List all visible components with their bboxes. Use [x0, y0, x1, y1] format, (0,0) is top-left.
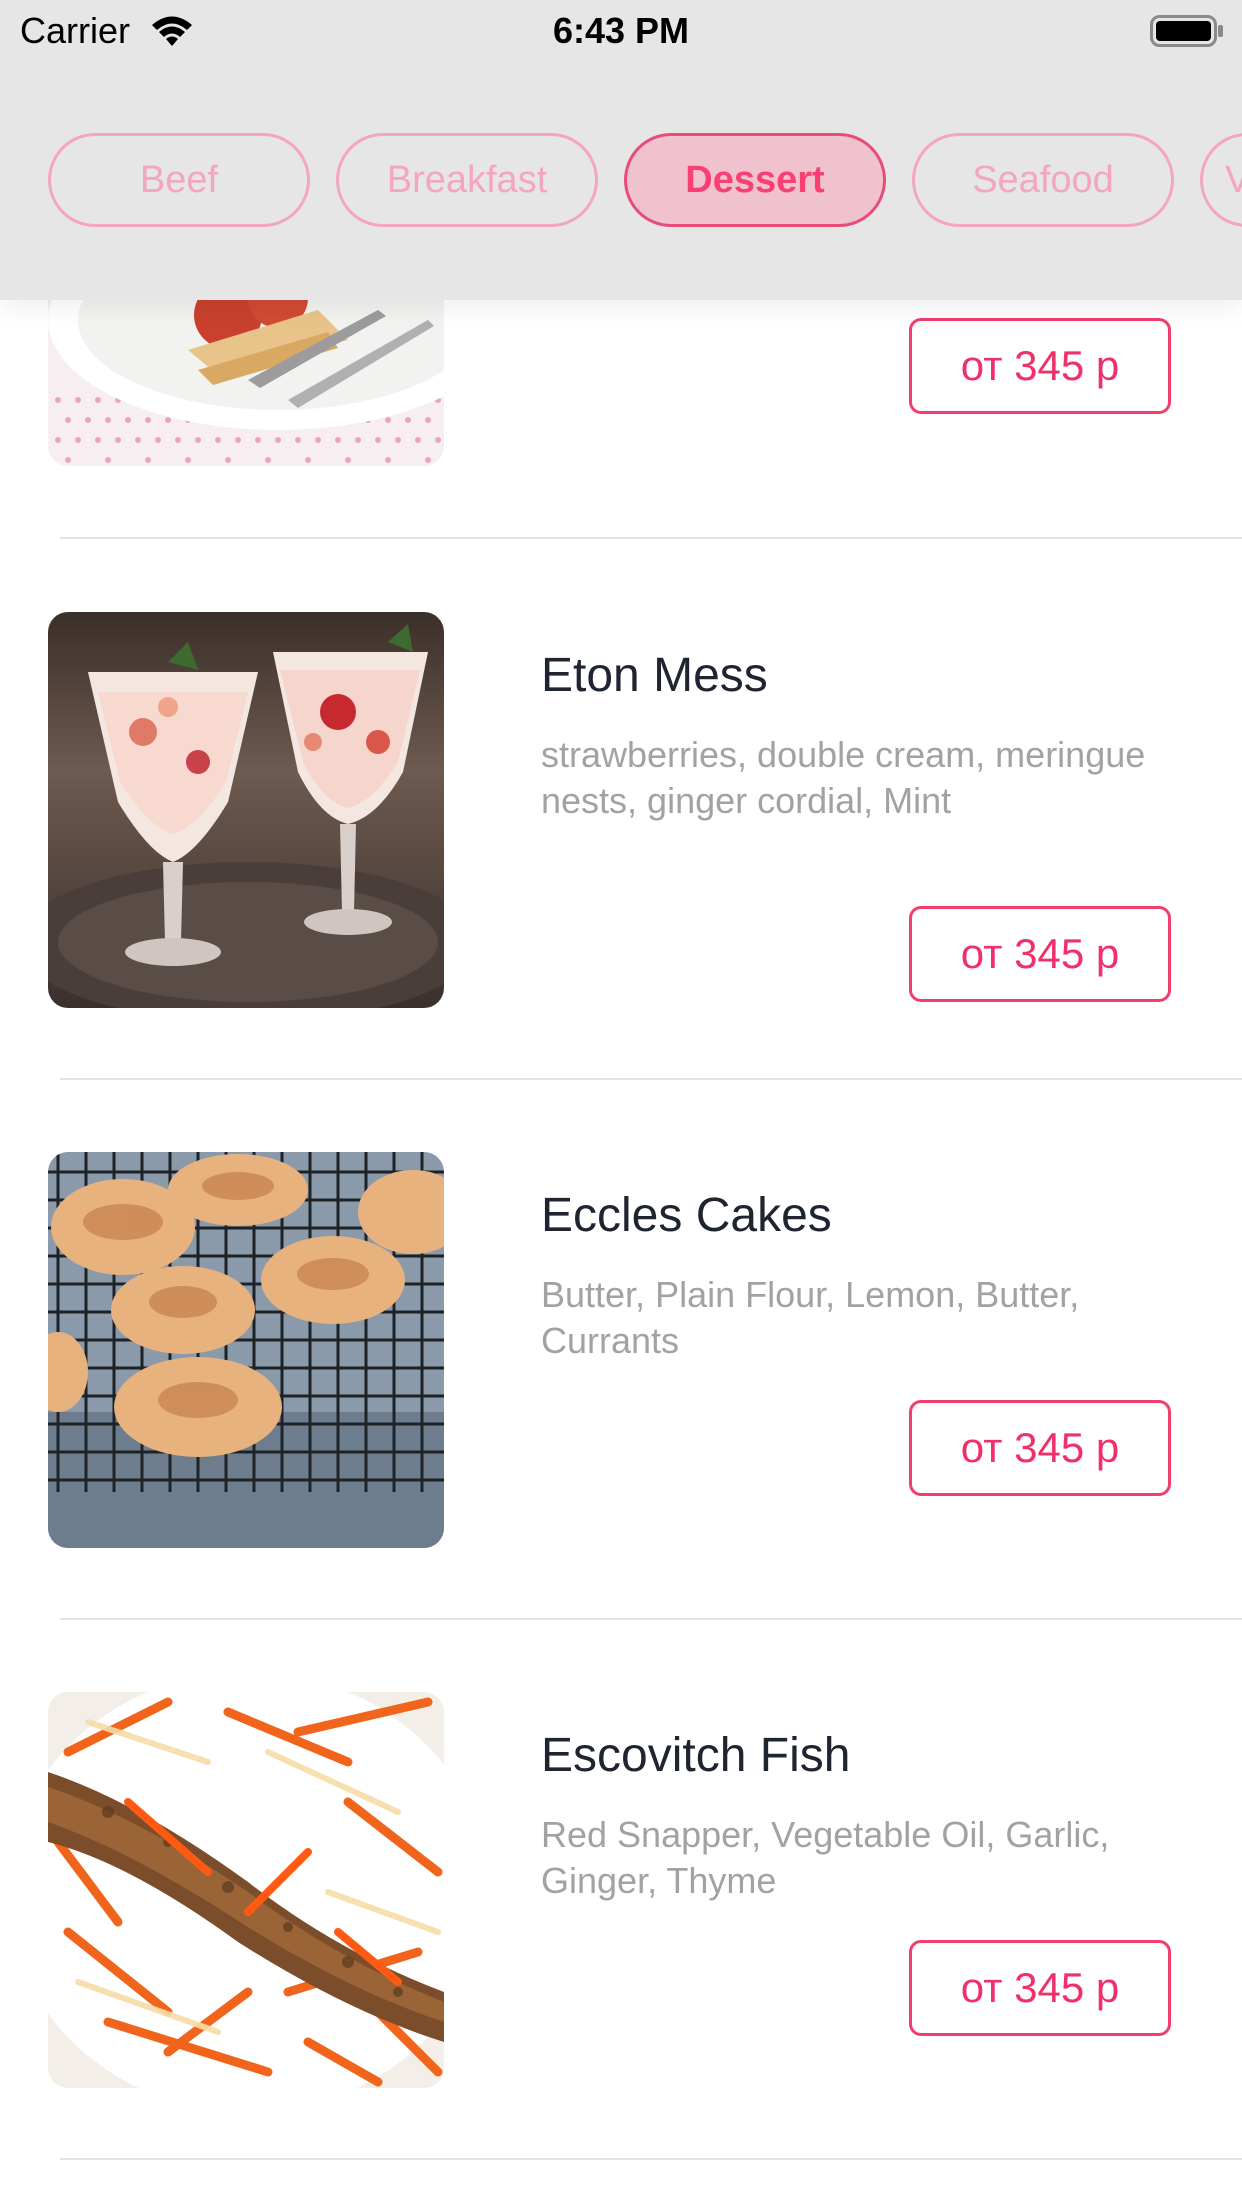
menu-item-card[interactable]: Eccles Cakes Butter, Plain Flour, Lemon,… [0, 1080, 1242, 1620]
price-button[interactable]: от 345 р [909, 1400, 1171, 1496]
category-chip-breakfast[interactable]: Breakfast [336, 133, 598, 227]
price-button[interactable]: от 345 р [909, 906, 1171, 1002]
category-selector[interactable]: Beef Breakfast Dessert Seafood V [0, 62, 1242, 300]
dish-name: Eccles Cakes [541, 1189, 832, 1242]
category-chip-seafood[interactable]: Seafood [912, 133, 1174, 227]
dish-ingredients: Red Snapper, Vegetable Oil, Garlic, Ging… [541, 1814, 1110, 1901]
category-chip-dessert[interactable]: Dessert [624, 133, 886, 227]
dish-ingredients: Butter, Plain Flour, Lemon, Butter, Curr… [541, 1274, 1080, 1361]
dish-name: Escovitch Fish [541, 1729, 851, 1782]
menu-list[interactable]: от 345 р Eton Mess strawberries, double … [0, 0, 1242, 2208]
dish-photo [48, 1152, 444, 1548]
price-button[interactable]: от 345 р [909, 1940, 1171, 2036]
dish-name: Eton Mess [541, 649, 768, 702]
category-chip-partial[interactable]: V [1200, 133, 1242, 227]
dish-photo [48, 612, 444, 1008]
category-chip-beef[interactable]: Beef [48, 133, 310, 227]
menu-item-card[interactable]: Eton Mess strawberries, double cream, me… [0, 540, 1242, 1080]
divider [60, 2158, 1242, 2160]
status-bar: Carrier 6:43 PM [0, 0, 1242, 62]
dish-photo [48, 1692, 444, 2088]
status-time: 6:43 PM [552, 10, 690, 51]
price-button[interactable]: от 345 р [909, 318, 1171, 414]
divider [60, 537, 1242, 539]
battery-icon [1150, 14, 1224, 48]
menu-item-card[interactable]: Escovitch Fish Red Snapper, Vegetable Oi… [0, 1620, 1242, 2160]
dish-ingredients: strawberries, double cream, meringue nes… [541, 734, 1146, 821]
